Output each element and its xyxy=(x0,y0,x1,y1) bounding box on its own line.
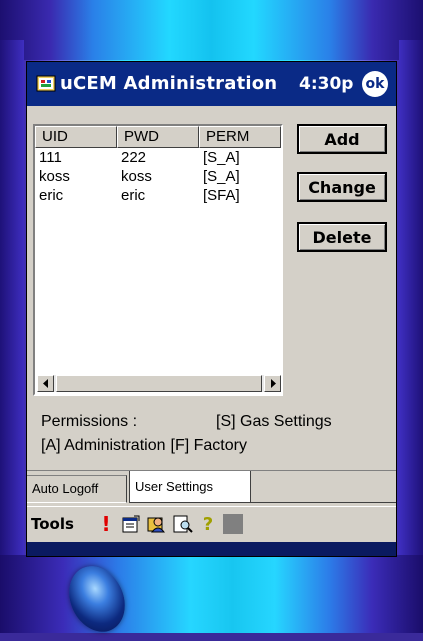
cell-uid: eric xyxy=(39,187,64,204)
cell-perm: [S_A] xyxy=(203,149,240,166)
tab-strip-rule xyxy=(251,502,396,503)
arrow-left-icon xyxy=(42,379,48,388)
cell-pwd: 222 xyxy=(121,149,147,166)
horizontal-scrollbar[interactable] xyxy=(37,375,281,392)
ok-button[interactable]: ok xyxy=(362,71,388,97)
app-title: uCEM Administration xyxy=(60,73,278,94)
user-icon[interactable] xyxy=(146,513,168,535)
device-bottom-bezel xyxy=(0,555,423,633)
device-screen: uCEM Administration 4:30p ok UID PWD PER… xyxy=(26,61,397,557)
device-top-bezel xyxy=(0,0,423,60)
legend-factory: [F] Factory xyxy=(170,437,247,454)
find-icon[interactable] xyxy=(172,513,194,535)
permissions-legend: Permissions : [S] Gas Settings [A] Admin… xyxy=(41,410,332,458)
properties-icon[interactable] xyxy=(120,513,142,535)
column-header-uid[interactable]: UID xyxy=(35,126,117,148)
device-left-bezel xyxy=(0,40,24,600)
column-header-pwd[interactable]: PWD xyxy=(117,126,199,148)
cell-uid: koss xyxy=(39,168,70,185)
table-row[interactable]: koss koss [S_A] xyxy=(35,167,281,186)
cell-pwd: eric xyxy=(121,187,146,204)
table-row[interactable]: eric eric [SFA] xyxy=(35,186,281,205)
delete-button[interactable]: Delete xyxy=(297,222,387,252)
cell-perm: [SFA] xyxy=(203,187,240,204)
tools-menu[interactable]: Tools xyxy=(31,515,74,533)
permissions-label: Permissions : xyxy=(41,413,138,430)
device-right-bezel xyxy=(399,40,423,600)
cell-perm: [S_A] xyxy=(203,168,240,185)
scroll-right-button[interactable] xyxy=(264,375,281,392)
tab-strip: Auto Logoff User Settings xyxy=(27,470,396,507)
exclamation-icon[interactable]: ! xyxy=(95,512,117,536)
tab-user-settings[interactable]: User Settings xyxy=(129,471,251,503)
add-button[interactable]: Add xyxy=(297,124,387,154)
scroll-left-button[interactable] xyxy=(37,375,54,392)
user-list[interactable]: UID PWD PERM 111 222 [S_A] koss koss [S_… xyxy=(33,124,283,396)
change-button[interactable]: Change xyxy=(297,172,387,202)
help-icon[interactable]: ? xyxy=(197,513,219,535)
legend-administration: [A] Administration xyxy=(41,437,166,454)
title-bar: uCEM Administration 4:30p ok xyxy=(27,62,396,106)
legend-gas-settings: [S] Gas Settings xyxy=(216,413,332,430)
cell-uid: 111 xyxy=(39,149,62,166)
clock[interactable]: 4:30p xyxy=(299,74,353,94)
arrow-right-icon xyxy=(270,379,276,388)
cell-pwd: koss xyxy=(121,168,152,185)
square-icon[interactable] xyxy=(223,514,243,534)
app-icon[interactable] xyxy=(36,73,58,95)
screen-bottom-edge xyxy=(27,542,396,556)
list-header: UID PWD PERM xyxy=(35,126,281,148)
tab-auto-logoff[interactable]: Auto Logoff xyxy=(27,475,127,503)
list-body: 111 222 [S_A] koss koss [S_A] eric eric … xyxy=(35,148,281,205)
scrollbar-thumb[interactable] xyxy=(56,375,262,392)
command-bar: Tools ! ? xyxy=(27,506,396,543)
column-header-perm[interactable]: PERM xyxy=(199,126,281,148)
table-row[interactable]: 111 222 [S_A] xyxy=(35,148,281,167)
